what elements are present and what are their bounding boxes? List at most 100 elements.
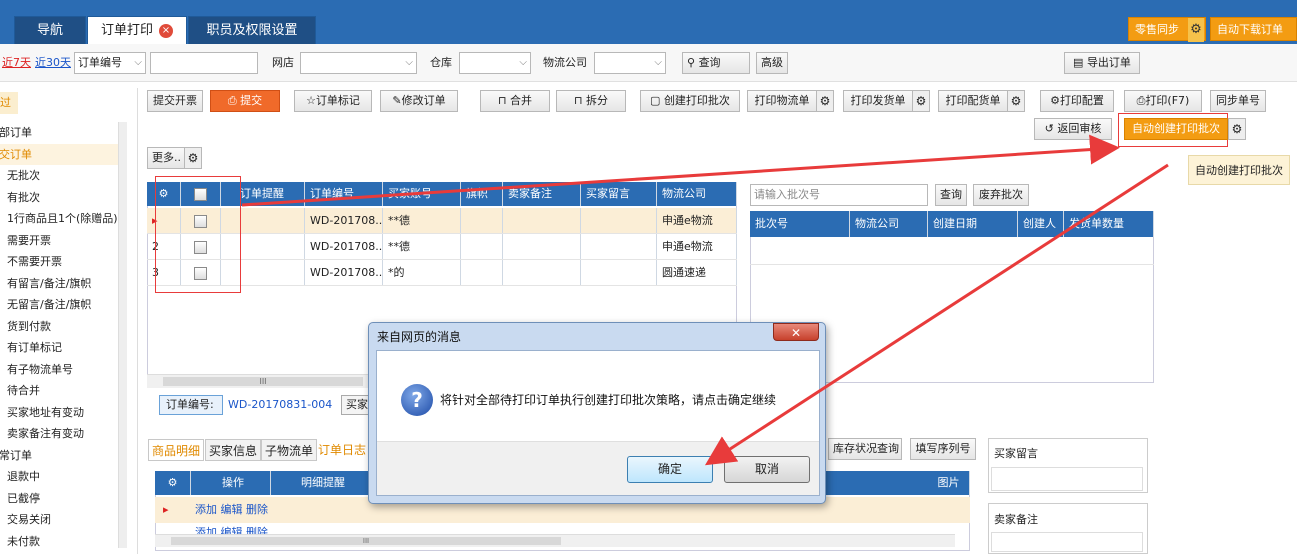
export-orders-button[interactable]: ▤ 导出订单 [1064,52,1140,74]
split-button[interactable]: ⊓ 拆分 [556,90,626,112]
tab-item-details[interactable]: 商品明细 [148,439,205,461]
sidebar-item[interactable]: 有子物流单号 [0,359,118,380]
col-order-reminder[interactable]: 订单提醒 [235,182,305,206]
order-field-select[interactable]: 订单编号 ⌵ [74,52,146,74]
close-icon[interactable]: × [159,23,173,38]
col-seller-note[interactable]: 卖家备注 [503,182,581,206]
gear-icon[interactable]: ⚙ [1007,90,1025,112]
col-buyer-account[interactable]: 买家账号 [383,182,461,206]
tab-order-log[interactable]: 订单日志 [318,439,366,461]
advanced-button[interactable]: 高级 [756,52,788,74]
sidebar-item[interactable]: 交易关闭 [0,509,118,530]
auto-create-batch-button[interactable]: 自动创建打印批次 [1124,118,1228,140]
print-picking-button[interactable]: 打印配货单 [938,90,1008,112]
more-button[interactable]: 更多.. [147,147,185,169]
logistics-select[interactable]: ⌵ [594,52,666,74]
gear-icon[interactable]: ⚙ [1188,18,1204,42]
batch-query-button[interactable]: 查询 [935,184,967,206]
sidebar-item[interactable]: 无批次 [0,165,118,186]
create-print-batch-button[interactable]: ▢ 创建打印批次 [640,90,740,112]
row-actions[interactable]: 添加 编辑 删除 [195,497,268,523]
batch-empty-row [750,237,1154,265]
shop-label: 网店 [272,56,294,69]
sidebar-item[interactable]: 不需要开票 [0,251,118,272]
col-item-reminder[interactable]: 明细提醒 [271,471,371,495]
sidebar-item[interactable]: 已截停 [0,488,118,509]
shop-select[interactable]: ⌵ [300,52,417,74]
sidebar-item[interactable]: 卖家备注有变动 [0,423,118,444]
tab-sub-logistics[interactable]: 子物流单 [261,439,318,461]
col-flag[interactable]: 旗帜 [461,182,503,206]
close-icon: ✕ [790,326,802,340]
col-ship-count[interactable]: 发货单数量 [1064,211,1154,237]
submit-button[interactable]: ⎙ 提交 [210,90,280,112]
order-search-input[interactable] [150,52,258,74]
tab-staff-permission[interactable]: 职员及权限设置 [188,16,316,44]
sidebar-item[interactable]: 待合并 [0,380,118,401]
dialog-close-button[interactable]: ✕ [773,323,819,341]
sidebar-item[interactable]: 有订单标记 [0,337,118,358]
recent-30-link[interactable]: 近30天 [35,52,71,74]
tab-order-print[interactable]: 订单打印 × [87,16,187,44]
retail-sync-button[interactable]: 零售同步 ⚙ [1128,17,1206,42]
submit-invoice-button[interactable]: 提交开票 [147,90,203,112]
print-config-button[interactable]: ⚙打印配置 [1040,90,1114,112]
back-review-button[interactable]: ↺ 返回审核 [1034,118,1112,140]
col-logistics[interactable]: 物流公司 [657,182,737,206]
sidebar-item[interactable]: 1行商品且1个(除赠品) [0,208,118,229]
cancel-button[interactable]: 取消 [724,456,810,483]
edit-order-button[interactable]: ✎修改订单 [380,90,458,112]
scroll-thumb[interactable]: III [163,377,363,386]
col-creator[interactable]: 创建人 [1018,211,1064,237]
stock-query-button[interactable]: 库存状况查询 [828,438,902,460]
warehouse-select[interactable]: ⌵ [459,52,531,74]
chevron-down-icon: ⌵ [134,57,142,68]
order-mark-button[interactable]: ☆订单标记 [294,90,372,112]
sidebar-item[interactable]: 退款中 [0,466,118,487]
gear-icon[interactable]: ⚙ [1228,118,1246,140]
col-buyer-message[interactable]: 买家留言 [581,182,657,206]
ok-button[interactable]: 确定 [627,456,713,483]
sync-number-button[interactable]: 同步单号 [1210,90,1266,112]
batch-search-input[interactable]: 请输入批次号 [750,184,928,206]
gear-icon[interactable]: ⚙ [912,90,930,112]
sidebar-scrollbar[interactable] [118,122,127,548]
print-shipping-button[interactable]: 打印发货单 [843,90,913,112]
sidebar-item[interactable]: 未付款 [0,531,118,552]
print-logistics-button[interactable]: 打印物流单 [747,90,817,112]
buyer-message-field[interactable] [991,467,1143,491]
sidebar-item[interactable]: 需要开票 [0,230,118,251]
sidebar-item[interactable]: 有批次 [0,187,118,208]
gear-icon[interactable]: ⚙ [155,471,191,495]
items-hscrollbar[interactable]: III [155,534,955,547]
sidebar-item[interactable]: 提交订单 [0,143,118,165]
tab-buyer-info[interactable]: 买家信息 [205,439,262,461]
gear-icon[interactable]: ⚙ [816,90,834,112]
query-button[interactable]: ⚲ 查询 [682,52,750,74]
sidebar-item[interactable]: 全部订单 [0,122,118,143]
col-batch-no[interactable]: 批次号 [750,211,850,237]
col-create-date[interactable]: 创建日期 [928,211,1018,237]
discard-batch-button[interactable]: 废弃批次 [973,184,1029,206]
col-operation[interactable]: 操作 [191,471,271,495]
scroll-thumb[interactable]: III [171,537,561,545]
gear-icon[interactable]: ⚙ [184,147,202,169]
col-order-id[interactable]: 订单编号 [305,182,383,206]
sidebar-item[interactable]: 买家地址有变动 [0,402,118,423]
print-button[interactable]: ⎙打印(F7) [1124,90,1202,112]
buyer-tab-partial[interactable]: 买家 [341,395,371,415]
sidebar-item[interactable]: 无留言/备注/旗帜 [0,294,118,315]
sidebar-item[interactable]: 货到付款 [0,316,118,337]
col-batch-logistics[interactable]: 物流公司 [850,211,928,237]
seller-note-field[interactable] [991,532,1143,552]
tab-nav[interactable]: 导航 [14,16,86,44]
logistics-cell: 圆通速递 [657,260,737,285]
auto-download-button[interactable]: 自动下载订单 [1210,17,1297,41]
recent-7-link[interactable]: 近7天 [2,52,31,74]
sidebar-item[interactable]: 异常订单 [0,445,118,466]
chevron-down-icon: ⌵ [519,57,527,68]
col-image[interactable]: 图片 [923,471,970,495]
sidebar-item[interactable]: 有留言/备注/旗帜 [0,273,118,294]
serial-number-button[interactable]: 填写序列号 [910,438,976,460]
merge-button[interactable]: ⊓ 合并 [480,90,550,112]
